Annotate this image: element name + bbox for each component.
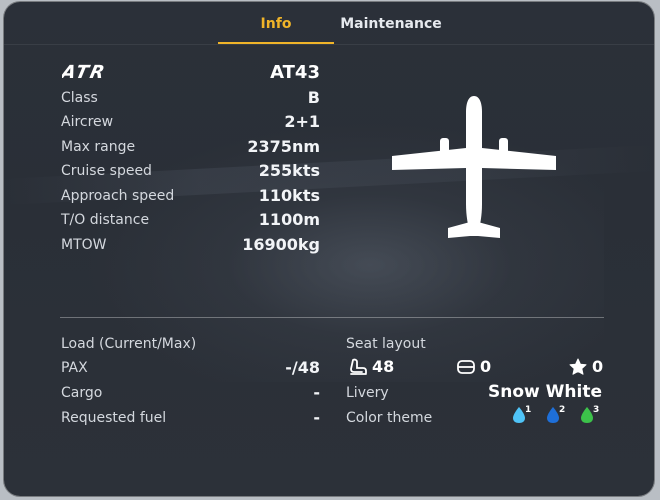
economy-seat-icon xyxy=(350,358,367,375)
atr-brand-logo: ATR xyxy=(62,62,108,82)
load-label-requested-fuel: Requested fuel xyxy=(61,410,167,426)
color-theme-option-1[interactable]: 1 xyxy=(512,405,538,428)
water-drop-icon xyxy=(581,407,593,423)
first-class-star-icon xyxy=(569,358,587,375)
section-divider xyxy=(60,317,604,318)
aircraft-silhouette-icon xyxy=(392,96,556,238)
spec-value-to-distance: 1100m xyxy=(258,210,320,229)
color-theme-option-3[interactable]: 3 xyxy=(580,405,606,428)
tab-bar: Info Maintenance xyxy=(4,2,654,46)
water-drop-icon xyxy=(513,407,525,423)
seat-layout-title: Seat layout xyxy=(346,336,426,352)
spec-label-aircrew: Aircrew xyxy=(61,114,114,130)
spec-value-class: B xyxy=(307,88,320,107)
aircraft-info-panel: Info Maintenance ATR AT43 Class B Aircre… xyxy=(4,2,654,496)
spec-label-to-distance: T/O distance xyxy=(61,212,150,228)
load-label-pax: PAX xyxy=(61,360,88,376)
spec-label-class: Class xyxy=(61,90,98,106)
load-title: Load (Current/Max) xyxy=(61,336,197,352)
spec-label-mtow: MTOW xyxy=(61,237,107,253)
color-theme-option-2[interactable]: 2 xyxy=(546,405,572,428)
aircraft-model: AT43 xyxy=(270,62,320,83)
color-theme-label: Color theme xyxy=(346,410,433,426)
load-value-cargo: - xyxy=(313,383,320,402)
color-theme-number-3: 3 xyxy=(593,405,600,415)
spec-label-approach-speed: Approach speed xyxy=(61,188,175,204)
spec-value-mtow: 16900kg xyxy=(242,235,320,254)
tab-info[interactable]: Info xyxy=(218,16,334,42)
spec-value-approach-speed: 110kts xyxy=(258,186,320,205)
livery-value[interactable]: Snow White xyxy=(444,382,602,402)
color-theme-number-2: 2 xyxy=(559,405,566,415)
svg-text:ATR: ATR xyxy=(62,62,108,82)
spec-value-aircrew: 2+1 xyxy=(284,112,320,131)
tab-maintenance[interactable]: Maintenance xyxy=(334,16,448,42)
load-label-cargo: Cargo xyxy=(61,385,103,401)
spec-value-max-range: 2375nm xyxy=(247,137,320,156)
load-value-requested-fuel: - xyxy=(313,408,320,427)
spec-value-cruise-speed: 255kts xyxy=(258,161,320,180)
economy-seat-count: 48 xyxy=(348,356,394,378)
color-theme-options: 1 2 3 xyxy=(512,405,606,428)
livery-label: Livery xyxy=(346,385,389,401)
economy-seat-value: 48 xyxy=(372,357,395,376)
spec-label-max-range: Max range xyxy=(61,139,136,155)
color-theme-number-1: 1 xyxy=(525,405,532,415)
first-class-seat-count: 0 xyxy=(568,356,603,378)
tab-divider xyxy=(4,44,654,45)
business-seat-value: 0 xyxy=(480,357,492,376)
load-value-pax: -/48 xyxy=(285,358,320,377)
spec-label-cruise-speed: Cruise speed xyxy=(61,163,152,179)
water-drop-icon xyxy=(547,407,559,423)
business-seat-count: 0 xyxy=(456,356,491,378)
first-class-seat-value: 0 xyxy=(592,357,604,376)
business-seat-icon xyxy=(457,359,475,374)
